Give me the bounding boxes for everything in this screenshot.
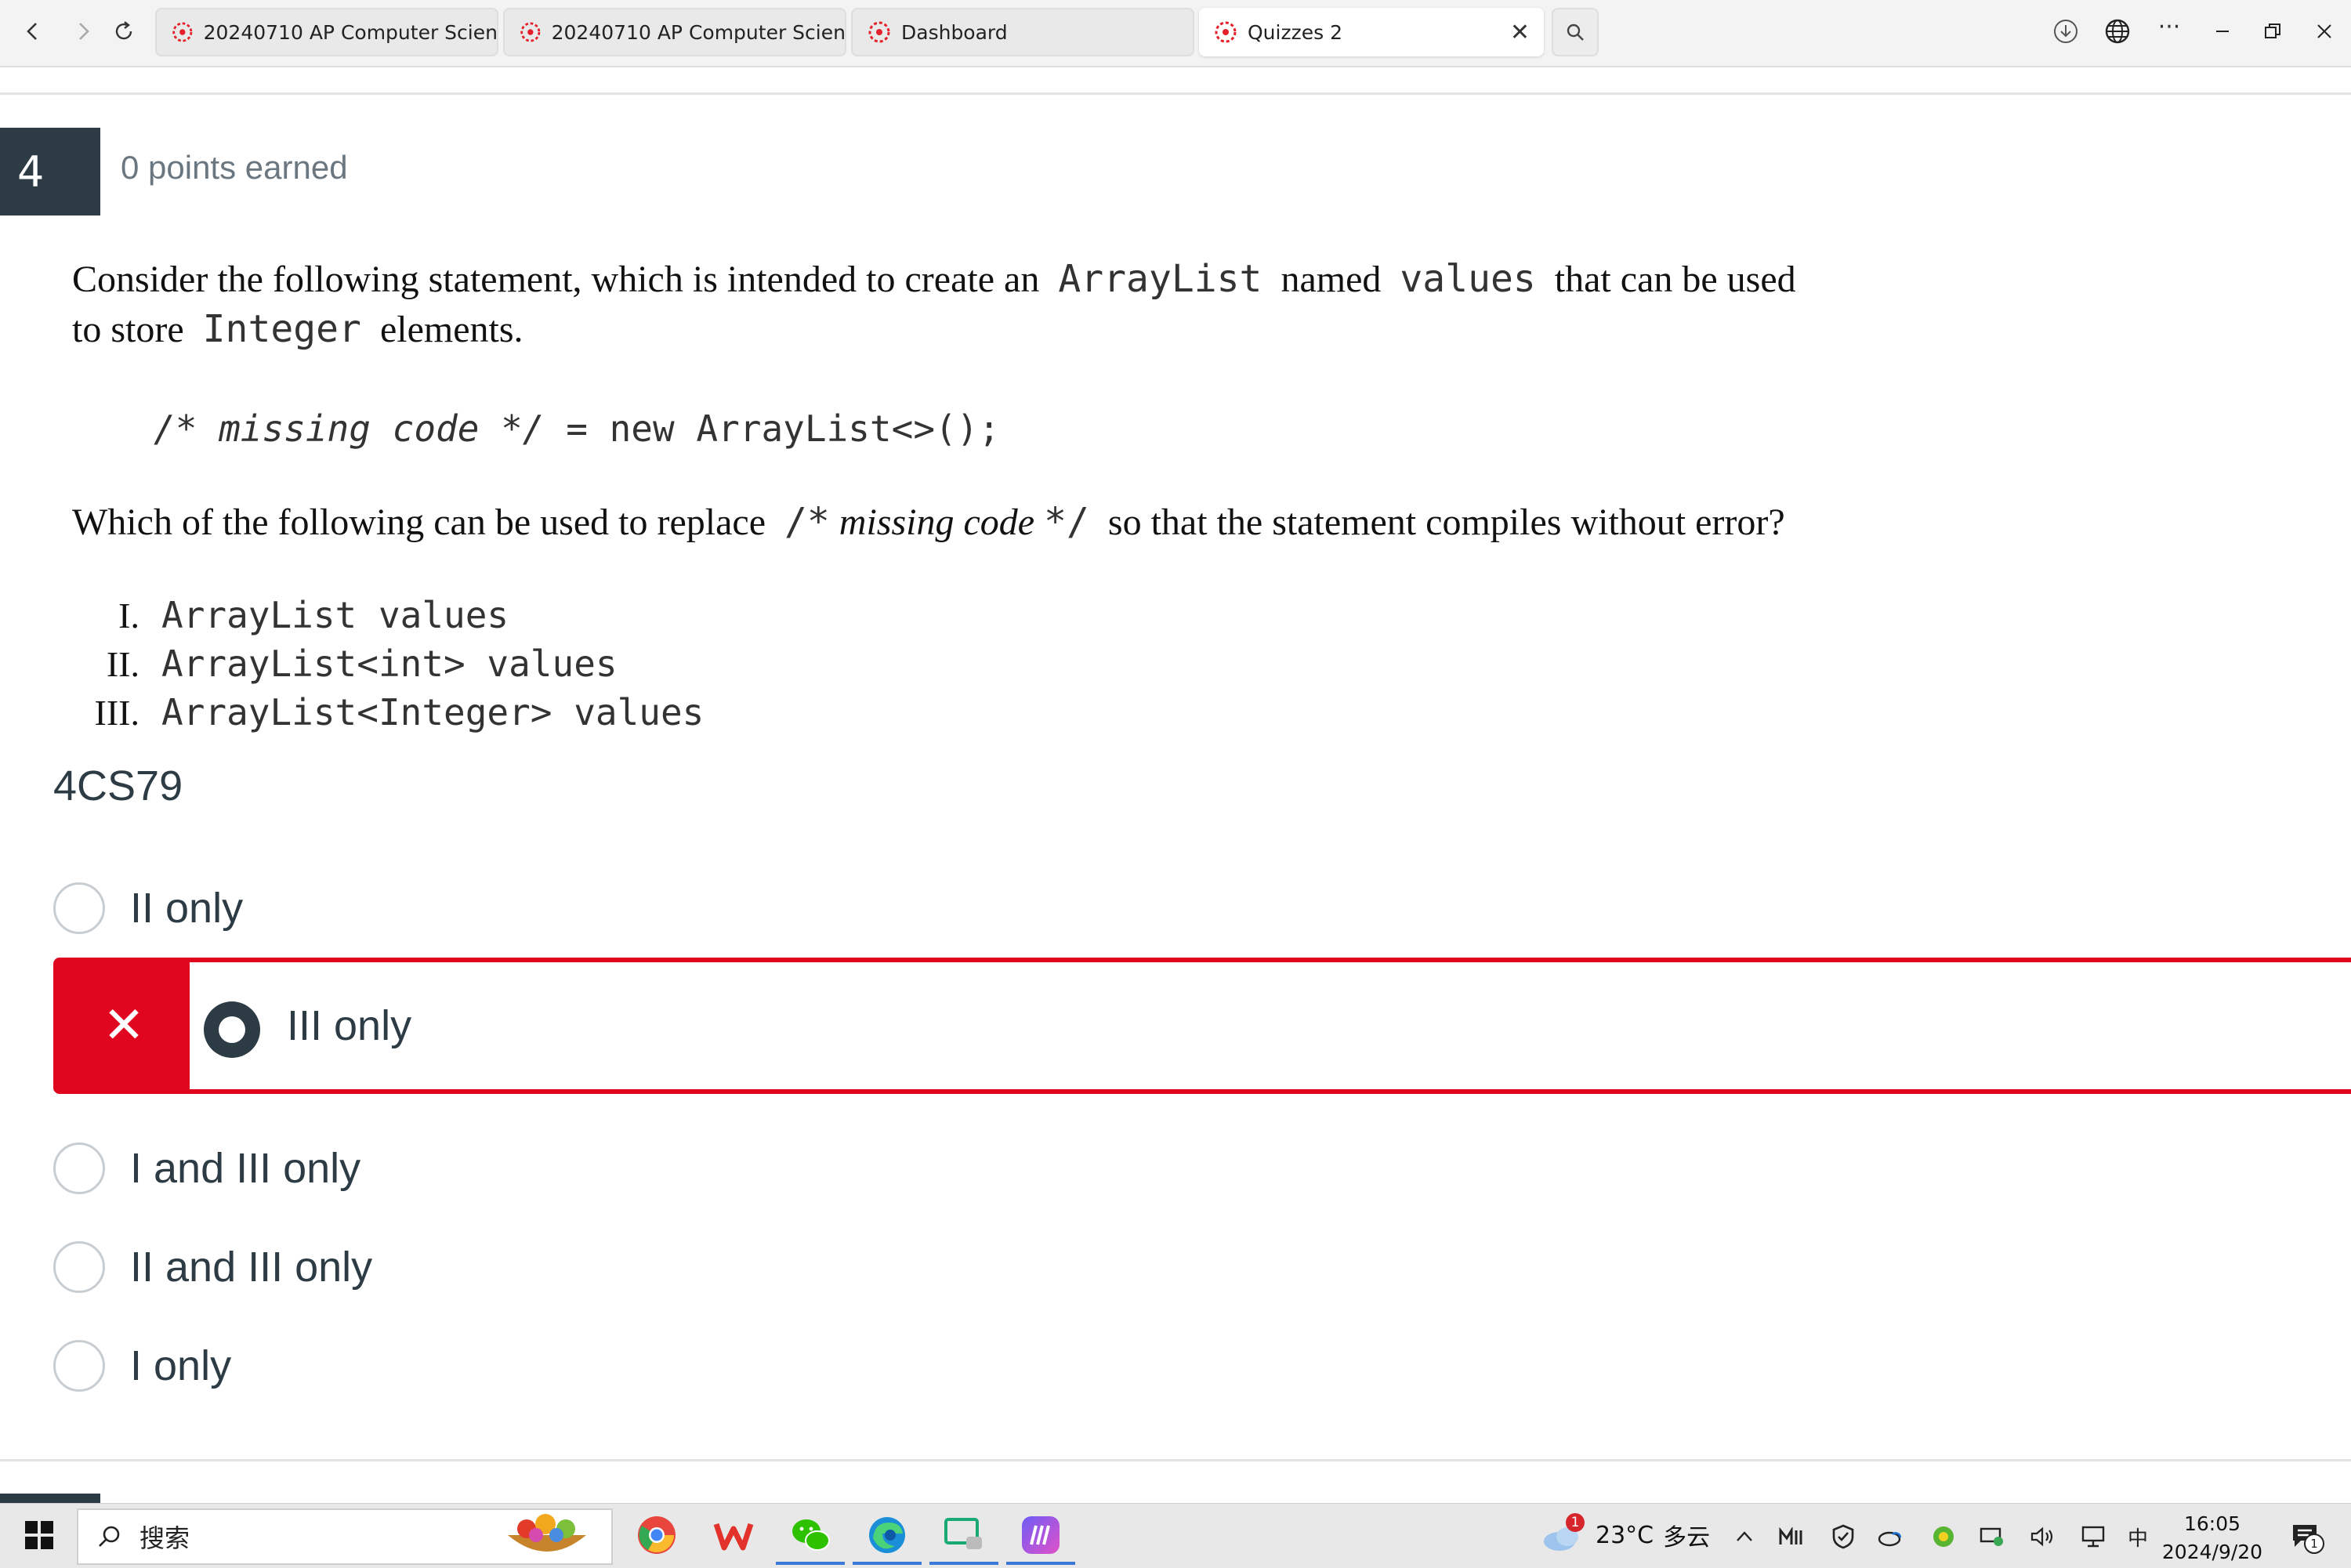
back-icon[interactable] xyxy=(16,14,50,49)
radio-button[interactable] xyxy=(53,1340,105,1392)
tab-ap-cs-1[interactable]: 20240710 AP Computer Science xyxy=(155,8,498,56)
tab-ap-cs-2[interactable]: 20240710 AP Computer Science xyxy=(503,8,846,56)
windows-start-icon[interactable] xyxy=(24,1519,55,1551)
taskbar: 搜索 1 23°C 多云 中 16:05 2024/9/20 1 xyxy=(0,1503,2351,1568)
tab-title: Dashboard xyxy=(901,20,1008,44)
system-clock[interactable]: 16:05 2024/9/20 xyxy=(2154,1510,2271,1566)
weather-widget[interactable]: 1 23°C 多云 xyxy=(1541,1513,1711,1552)
tab-title: Quizzes 2 xyxy=(1248,20,1342,44)
globe-icon[interactable] xyxy=(2100,14,2135,49)
tab-dashboard[interactable]: Dashboard xyxy=(851,8,1194,56)
active-app-indicator xyxy=(929,1562,998,1565)
answer-option[interactable]: I only xyxy=(53,1340,231,1392)
ime-indicator[interactable]: 中 xyxy=(2124,1523,2152,1551)
canvas-logo-icon xyxy=(172,22,193,42)
roman-option-1: I. ArrayList values xyxy=(118,594,509,636)
chrome-icon[interactable] xyxy=(633,1512,680,1559)
weather-badge: 1 xyxy=(1566,1513,1585,1532)
cloud-sync-icon[interactable] xyxy=(1876,1523,1904,1551)
canvas-logo-icon xyxy=(1215,21,1237,43)
canvas-logo-icon xyxy=(868,21,890,43)
weather-desc: 多云 xyxy=(1663,1524,1711,1552)
radio-button[interactable] xyxy=(53,1143,105,1194)
points-earned: 0 points earned xyxy=(121,149,348,186)
tab-quizzes[interactable]: Quizzes 2 ✕ xyxy=(1199,8,1544,56)
answer-label: II and III only xyxy=(130,1244,373,1291)
notification-count: 1 xyxy=(2304,1534,2324,1554)
notification-icon[interactable]: 1 xyxy=(2287,1523,2324,1554)
download-icon[interactable] xyxy=(2049,14,2083,49)
app-launcher-icon[interactable] xyxy=(1006,1512,1075,1565)
radio-button-selected[interactable] xyxy=(204,1001,260,1058)
answer-label: II only xyxy=(130,885,244,932)
canvas-logo-icon xyxy=(520,22,541,42)
question-number: 4 xyxy=(0,128,100,215)
forward-icon[interactable] xyxy=(66,14,100,49)
answer-option[interactable]: II and III only xyxy=(53,1241,372,1293)
wechat-icon[interactable] xyxy=(776,1512,845,1565)
answer-option[interactable]: II only xyxy=(53,882,243,934)
search-tabs-icon[interactable] xyxy=(1552,8,1599,56)
taskbar-search-input[interactable]: 搜索 xyxy=(77,1508,613,1565)
cloud-icon: 1 xyxy=(1541,1513,1585,1552)
green-app-icon[interactable] xyxy=(1929,1523,1958,1551)
browser-toolbar: 20240710 AP Computer Science 20240710 AP… xyxy=(0,0,2351,67)
active-app-indicator xyxy=(853,1562,922,1565)
display-icon[interactable] xyxy=(1978,1523,2006,1551)
next-question-number xyxy=(0,1494,100,1503)
tab-title: 20240710 AP Computer Science xyxy=(551,20,845,44)
fruit-basket-icon xyxy=(508,1514,586,1552)
active-app-indicator xyxy=(1006,1562,1075,1565)
active-app-indicator xyxy=(776,1562,845,1565)
edge-icon[interactable] xyxy=(853,1512,922,1565)
chevron-up-icon[interactable] xyxy=(1730,1523,1759,1551)
question-stem-line-2: to store Integer elements. xyxy=(72,307,523,351)
ime-mode-icon[interactable] xyxy=(1777,1523,1806,1551)
roman-option-2: II. ArrayList<int> values xyxy=(106,643,618,685)
question-id: 4CS79 xyxy=(53,762,183,809)
divider xyxy=(0,92,2351,95)
close-icon[interactable] xyxy=(2307,14,2342,49)
minimize-icon[interactable] xyxy=(2205,14,2240,49)
tab-close-icon[interactable]: ✕ xyxy=(1510,19,1530,46)
answer-label: I only xyxy=(130,1342,232,1389)
search-icon xyxy=(99,1526,120,1547)
radio-button[interactable] xyxy=(53,882,105,934)
question-prompt: Which of the following can be used to re… xyxy=(72,500,1785,544)
question-stem-line-1: Consider the following statement, which … xyxy=(72,257,1796,301)
refresh-icon[interactable] xyxy=(107,14,141,49)
answer-option[interactable]: I and III only xyxy=(53,1143,360,1194)
wps-office-icon[interactable] xyxy=(710,1512,757,1559)
roman-option-3: III. ArrayList<Integer> values xyxy=(94,691,705,733)
remote-desktop-icon[interactable] xyxy=(929,1512,998,1565)
radio-button[interactable] xyxy=(53,1241,105,1293)
weather-temp: 23°C xyxy=(1596,1521,1654,1549)
incorrect-x-icon: ✕ xyxy=(58,962,190,1089)
answer-label: I and III only xyxy=(130,1145,361,1192)
network-icon[interactable] xyxy=(2080,1523,2108,1551)
answer-label: III only xyxy=(287,1002,412,1049)
answer-option-incorrect[interactable]: ✕ III only xyxy=(53,958,2351,1094)
more-icon[interactable]: ··· xyxy=(2152,9,2186,44)
restore-icon[interactable] xyxy=(2255,14,2290,49)
divider xyxy=(0,1459,2351,1461)
tab-title: 20240710 AP Computer Science xyxy=(203,20,497,44)
code-statement: /* missing code */ = new ArrayList<>(); xyxy=(154,407,1001,450)
clock-time: 16:05 xyxy=(2183,1512,2241,1535)
volume-icon[interactable] xyxy=(2028,1523,2056,1551)
security-shield-icon[interactable] xyxy=(1829,1523,1857,1551)
clock-date: 2024/9/20 xyxy=(2161,1541,2263,1563)
